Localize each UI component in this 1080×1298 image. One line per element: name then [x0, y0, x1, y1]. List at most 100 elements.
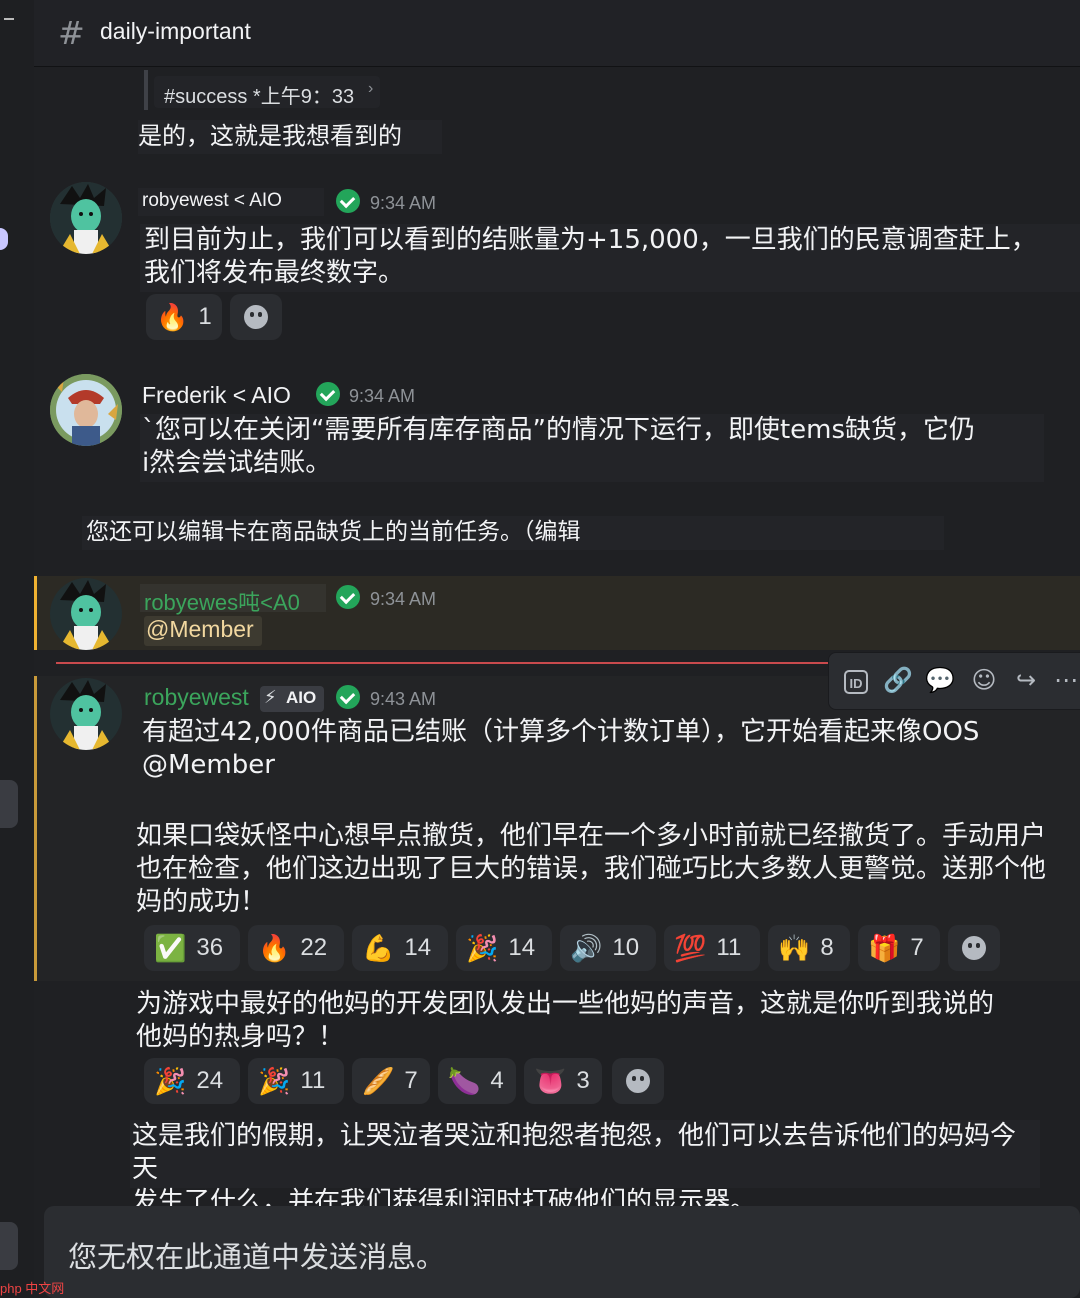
hundred-icon: 💯 — [674, 932, 707, 963]
mention-text[interactable]: @Member — [142, 749, 1080, 782]
fire-icon: 🔥 — [156, 301, 189, 332]
reaction-baguette[interactable]: 🥖 7 — [352, 1058, 430, 1104]
reaction-eggplant[interactable]: 🍆 4 — [438, 1058, 516, 1104]
server-unread-indicator[interactable] — [0, 228, 8, 250]
id-icon[interactable]: ID — [841, 665, 871, 695]
message-text: 是的，这就是我想看到的 — [138, 120, 442, 154]
more-icon[interactable]: ⋯ — [1051, 665, 1080, 695]
timestamp: 9:43 AM — [370, 689, 437, 709]
bolt-icon: ⚡ — [264, 687, 277, 708]
reaction-count: 7 — [404, 1067, 418, 1094]
username[interactable]: robyewest < AIO — [142, 190, 282, 212]
reply-text: #success *上午9：33 — [164, 86, 355, 108]
composer-notice: 您无权在此通道中发送消息。 — [68, 1240, 446, 1274]
watermark-text: php 中文网 — [0, 1281, 65, 1296]
message-text: `您可以在关闭“需要所有库存商品”的情况下运行，即使tems缺货，它仍 i然会尝… — [140, 414, 1044, 482]
message-text: 这是我们的假期，让哭泣者哭泣和抱怨者抱怨，他们可以去告诉他们的妈妈今天 发生了什… — [130, 1120, 1040, 1217]
add-reaction-button[interactable] — [948, 925, 1000, 971]
reaction-count: 10 — [612, 934, 640, 961]
thread-icon[interactable]: 💬 — [925, 665, 955, 695]
link-icon[interactable]: 🔗 — [883, 665, 913, 695]
message-text-line: 他妈的热身吗？！ — [136, 1022, 345, 1052]
message-text: 如果口袋妖怪中心想早点撤货，他们早在一个多小时前就已经撤货了。手动用户 也在检查… — [136, 820, 1080, 919]
timestamp: 9:34 AM — [349, 386, 416, 406]
party-icon: 🎉 — [154, 1065, 187, 1096]
reaction-count: 11 — [300, 1067, 326, 1094]
server-tag-label: AIO — [286, 688, 317, 707]
reaction-count: 14 — [508, 934, 536, 961]
verified-badge-icon — [336, 685, 360, 709]
reaction-party[interactable]: 🎉 24 — [144, 1058, 240, 1104]
timestamp: 9:34 AM — [370, 193, 437, 213]
add-reaction-icon — [244, 305, 268, 329]
message-text-line: i然会尝试结账。 — [142, 448, 332, 478]
server-pill[interactable] — [0, 780, 18, 828]
avatar[interactable] — [50, 678, 122, 750]
mention-bar — [34, 576, 37, 650]
id-label: ID — [844, 670, 868, 694]
gift-icon: 🎁 — [868, 932, 901, 963]
message-text-line: `您可以在关闭“需要所有库存商品”的情况下运行，即使tems缺货，它仍 — [142, 415, 976, 445]
message-text-line: 到目前为止，我们可以看到的结账量为+15,000，一旦我们的民意调查赶上， — [144, 225, 1037, 255]
avatar[interactable] — [50, 578, 122, 650]
forward-icon[interactable]: ↪ — [1011, 665, 1041, 695]
message-text-line: 也在检查，他们这边出现了巨大的错误，我们碰巧比大多数人更警觉。送那个他 — [136, 854, 1047, 884]
channel-name: daily-important — [100, 18, 251, 44]
username[interactable]: Frederik < AIO — [142, 382, 291, 409]
party-icon: 🎉 — [466, 932, 499, 963]
server-sidebar — [0, 0, 34, 1298]
add-reaction-icon — [962, 936, 986, 960]
reaction-party[interactable]: 🎉 14 — [456, 925, 552, 971]
reaction-count: 3 — [576, 1067, 590, 1094]
muscle-icon: 💪 — [362, 932, 395, 963]
server-pill[interactable] — [0, 1222, 18, 1270]
party-icon: 🎉 — [258, 1065, 291, 1096]
avatar[interactable] — [50, 182, 122, 254]
tongue-icon: 👅 — [534, 1065, 567, 1096]
fire-icon: 🔥 — [258, 932, 291, 963]
reaction-fire[interactable]: 🔥 1 — [146, 294, 222, 340]
message-text-line: 如果口袋妖怪中心想早点撤货，他们早在一个多小时前就已经撤货了。手动用户 — [136, 821, 1047, 851]
avatar[interactable] — [50, 374, 122, 446]
message-text: 您还可以编辑卡在商品缺货上的当前任务。（编辑 — [82, 516, 944, 550]
reaction-count: 7 — [910, 934, 924, 961]
mention-pill[interactable]: @Member — [144, 616, 262, 646]
avatar-image — [50, 578, 122, 650]
check-icon: ✅ — [154, 932, 187, 963]
reaction-tongue[interactable]: 👅 3 — [524, 1058, 602, 1104]
message-composer: 您无权在此通道中发送消息。 — [44, 1206, 1080, 1298]
reaction-count: 24 — [196, 1067, 224, 1094]
username[interactable]: robyewes吨<A0 — [144, 585, 300, 617]
add-reaction-button[interactable] — [230, 294, 282, 340]
message-text: 有超过42,000件商品已结账（计算多个计数订单），它开始看起来像OOS @Me… — [142, 716, 1080, 782]
reply-reference[interactable]: #success *上午9：33 › — [154, 76, 380, 108]
reaction-hands[interactable]: 🙌 8 — [768, 925, 850, 971]
channel-hash-icon: # — [58, 14, 85, 52]
add-reaction-icon — [626, 1069, 650, 1093]
username[interactable]: robyewest — [144, 684, 249, 711]
speaker-icon: 🔊 — [570, 932, 603, 963]
message-text: 为游戏中最好的他妈的开发团队发出一些他妈的声音，这就是你听到我说的 他妈的热身吗… — [136, 988, 1080, 1054]
reaction-fire[interactable]: 🔥 22 — [248, 925, 344, 971]
reaction-count: 1 — [198, 303, 212, 330]
reaction-gift[interactable]: 🎁 7 — [858, 925, 940, 971]
avatar-image — [50, 678, 122, 750]
highlight-bar — [34, 676, 37, 981]
sidebar-notch — [4, 18, 14, 20]
verified-badge-icon — [336, 189, 360, 213]
reaction-100[interactable]: 💯 11 — [664, 925, 760, 971]
reaction-speaker[interactable]: 🔊 10 — [560, 925, 656, 971]
reply-bar — [144, 70, 148, 110]
message-text-line: 这是我们的假期，让哭泣者哭泣和抱怨者抱怨，他们可以去告诉他们的妈妈今天 — [132, 1121, 1017, 1184]
watermark-logo: php 中文网 — [0, 1278, 90, 1298]
mention-text: @Member — [146, 616, 254, 642]
add-reaction-button[interactable] — [612, 1058, 664, 1104]
emoji-icon[interactable]: ☺ — [969, 665, 999, 695]
reaction-muscle[interactable]: 💪 14 — [352, 925, 448, 971]
message-text-line: 有超过42,000件商品已结账（计算多个计数订单），它开始看起来像OOS — [142, 717, 980, 747]
reaction-count: 14 — [404, 934, 432, 961]
reaction-check[interactable]: ✅ 36 — [144, 925, 240, 971]
server-tag: ⚡ AIO — [260, 686, 324, 712]
message-text-line: 为游戏中最好的他妈的开发团队发出一些他妈的声音，这就是你听到我说的 — [136, 989, 995, 1019]
reaction-party[interactable]: 🎉 11 — [248, 1058, 344, 1104]
